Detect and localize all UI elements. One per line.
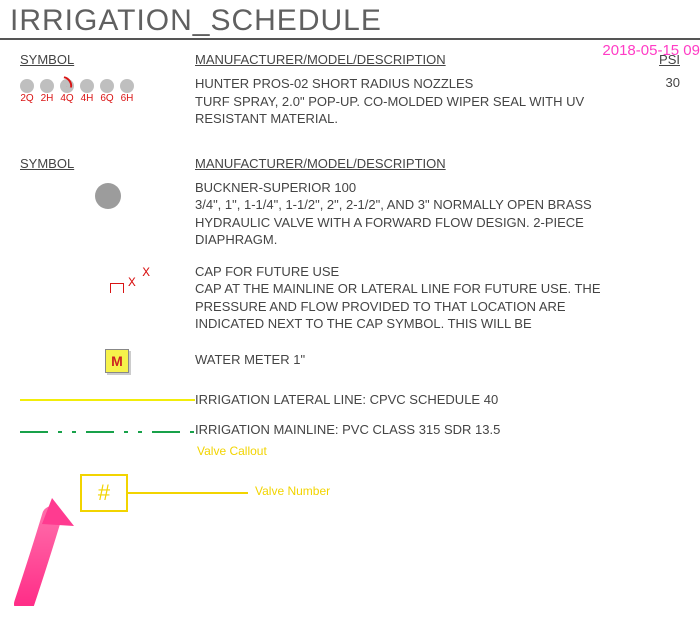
mainline-desc: IRRIGATION MAINLINE: PVC CLASS 315 SDR 1… xyxy=(195,419,630,439)
nozzle-2h: 2H xyxy=(40,79,54,104)
nozzle-4q: 4Q xyxy=(60,79,74,104)
row-valve: BUCKNER-SUPERIOR 100 3/4", 1", 1-1/4", 1… xyxy=(20,179,680,249)
row-mainline: IRRIGATION MAINLINE: PVC CLASS 315 SDR 1… xyxy=(20,419,680,442)
valve-callout-label: Valve Callout xyxy=(197,444,267,458)
header-row-1: SYMBOL MANUFACTURER/MODEL/DESCRIPTION PS… xyxy=(20,52,680,67)
header-symbol-2: SYMBOL xyxy=(20,156,195,171)
row-lateral: IRRIGATION LATERAL LINE: CPVC SCHEDULE 4… xyxy=(20,387,680,409)
valve-dot-icon xyxy=(95,183,121,209)
timestamp: 2018-05-15 09 xyxy=(602,42,700,59)
row-meter: M WATER METER 1" xyxy=(20,347,680,373)
row-nozzles: 2Q 2H 4Q 4H 6Q 6H HUNTER PROS-02 SHORT R… xyxy=(20,75,680,128)
nozzle-2q: 2Q xyxy=(20,79,34,104)
nozzle-desc: HUNTER PROS-02 SHORT RADIUS NOZZLES TURF… xyxy=(195,75,630,128)
row-valve-callout: Valve Callout xyxy=(20,442,680,458)
valve-number-line xyxy=(128,492,248,494)
nozzle-6q: 6Q xyxy=(100,79,114,104)
row-cap: X X CAP FOR FUTURE USE CAP AT THE MAINLI… xyxy=(20,263,680,333)
page-title: IRRIGATION_SCHEDULE xyxy=(0,0,700,40)
meter-symbol: M xyxy=(105,349,129,373)
nozzle-psi: 30 xyxy=(630,75,680,90)
header-symbol: SYMBOL xyxy=(20,52,195,67)
valve-number-label: Valve Number xyxy=(255,484,330,498)
schedule-table: SYMBOL MANUFACTURER/MODEL/DESCRIPTION PS… xyxy=(0,52,700,526)
valve-number-box: # xyxy=(80,474,128,512)
lateral-line-symbol xyxy=(20,399,195,401)
meter-desc: WATER METER 1" xyxy=(195,347,630,369)
header-desc-2: MANUFACTURER/MODEL/DESCRIPTION xyxy=(195,156,630,171)
nozzle-6h: 6H xyxy=(120,79,134,104)
header-row-2: SYMBOL MANUFACTURER/MODEL/DESCRIPTION xyxy=(20,156,680,171)
cap-desc: CAP FOR FUTURE USE CAP AT THE MAINLINE O… xyxy=(195,263,630,333)
nozzle-4h: 4H xyxy=(80,79,94,104)
lateral-desc: IRRIGATION LATERAL LINE: CPVC SCHEDULE 4… xyxy=(195,387,630,409)
cap-symbol: X X xyxy=(110,267,195,291)
valve-number-block: # Valve Number xyxy=(20,466,680,526)
nozzle-symbols: 2Q 2H 4Q 4H 6Q 6H xyxy=(20,75,195,104)
header-desc: MANUFACTURER/MODEL/DESCRIPTION xyxy=(195,52,630,67)
valve-desc: BUCKNER-SUPERIOR 100 3/4", 1", 1-1/4", 1… xyxy=(195,179,630,249)
mainline-symbol xyxy=(20,425,195,439)
